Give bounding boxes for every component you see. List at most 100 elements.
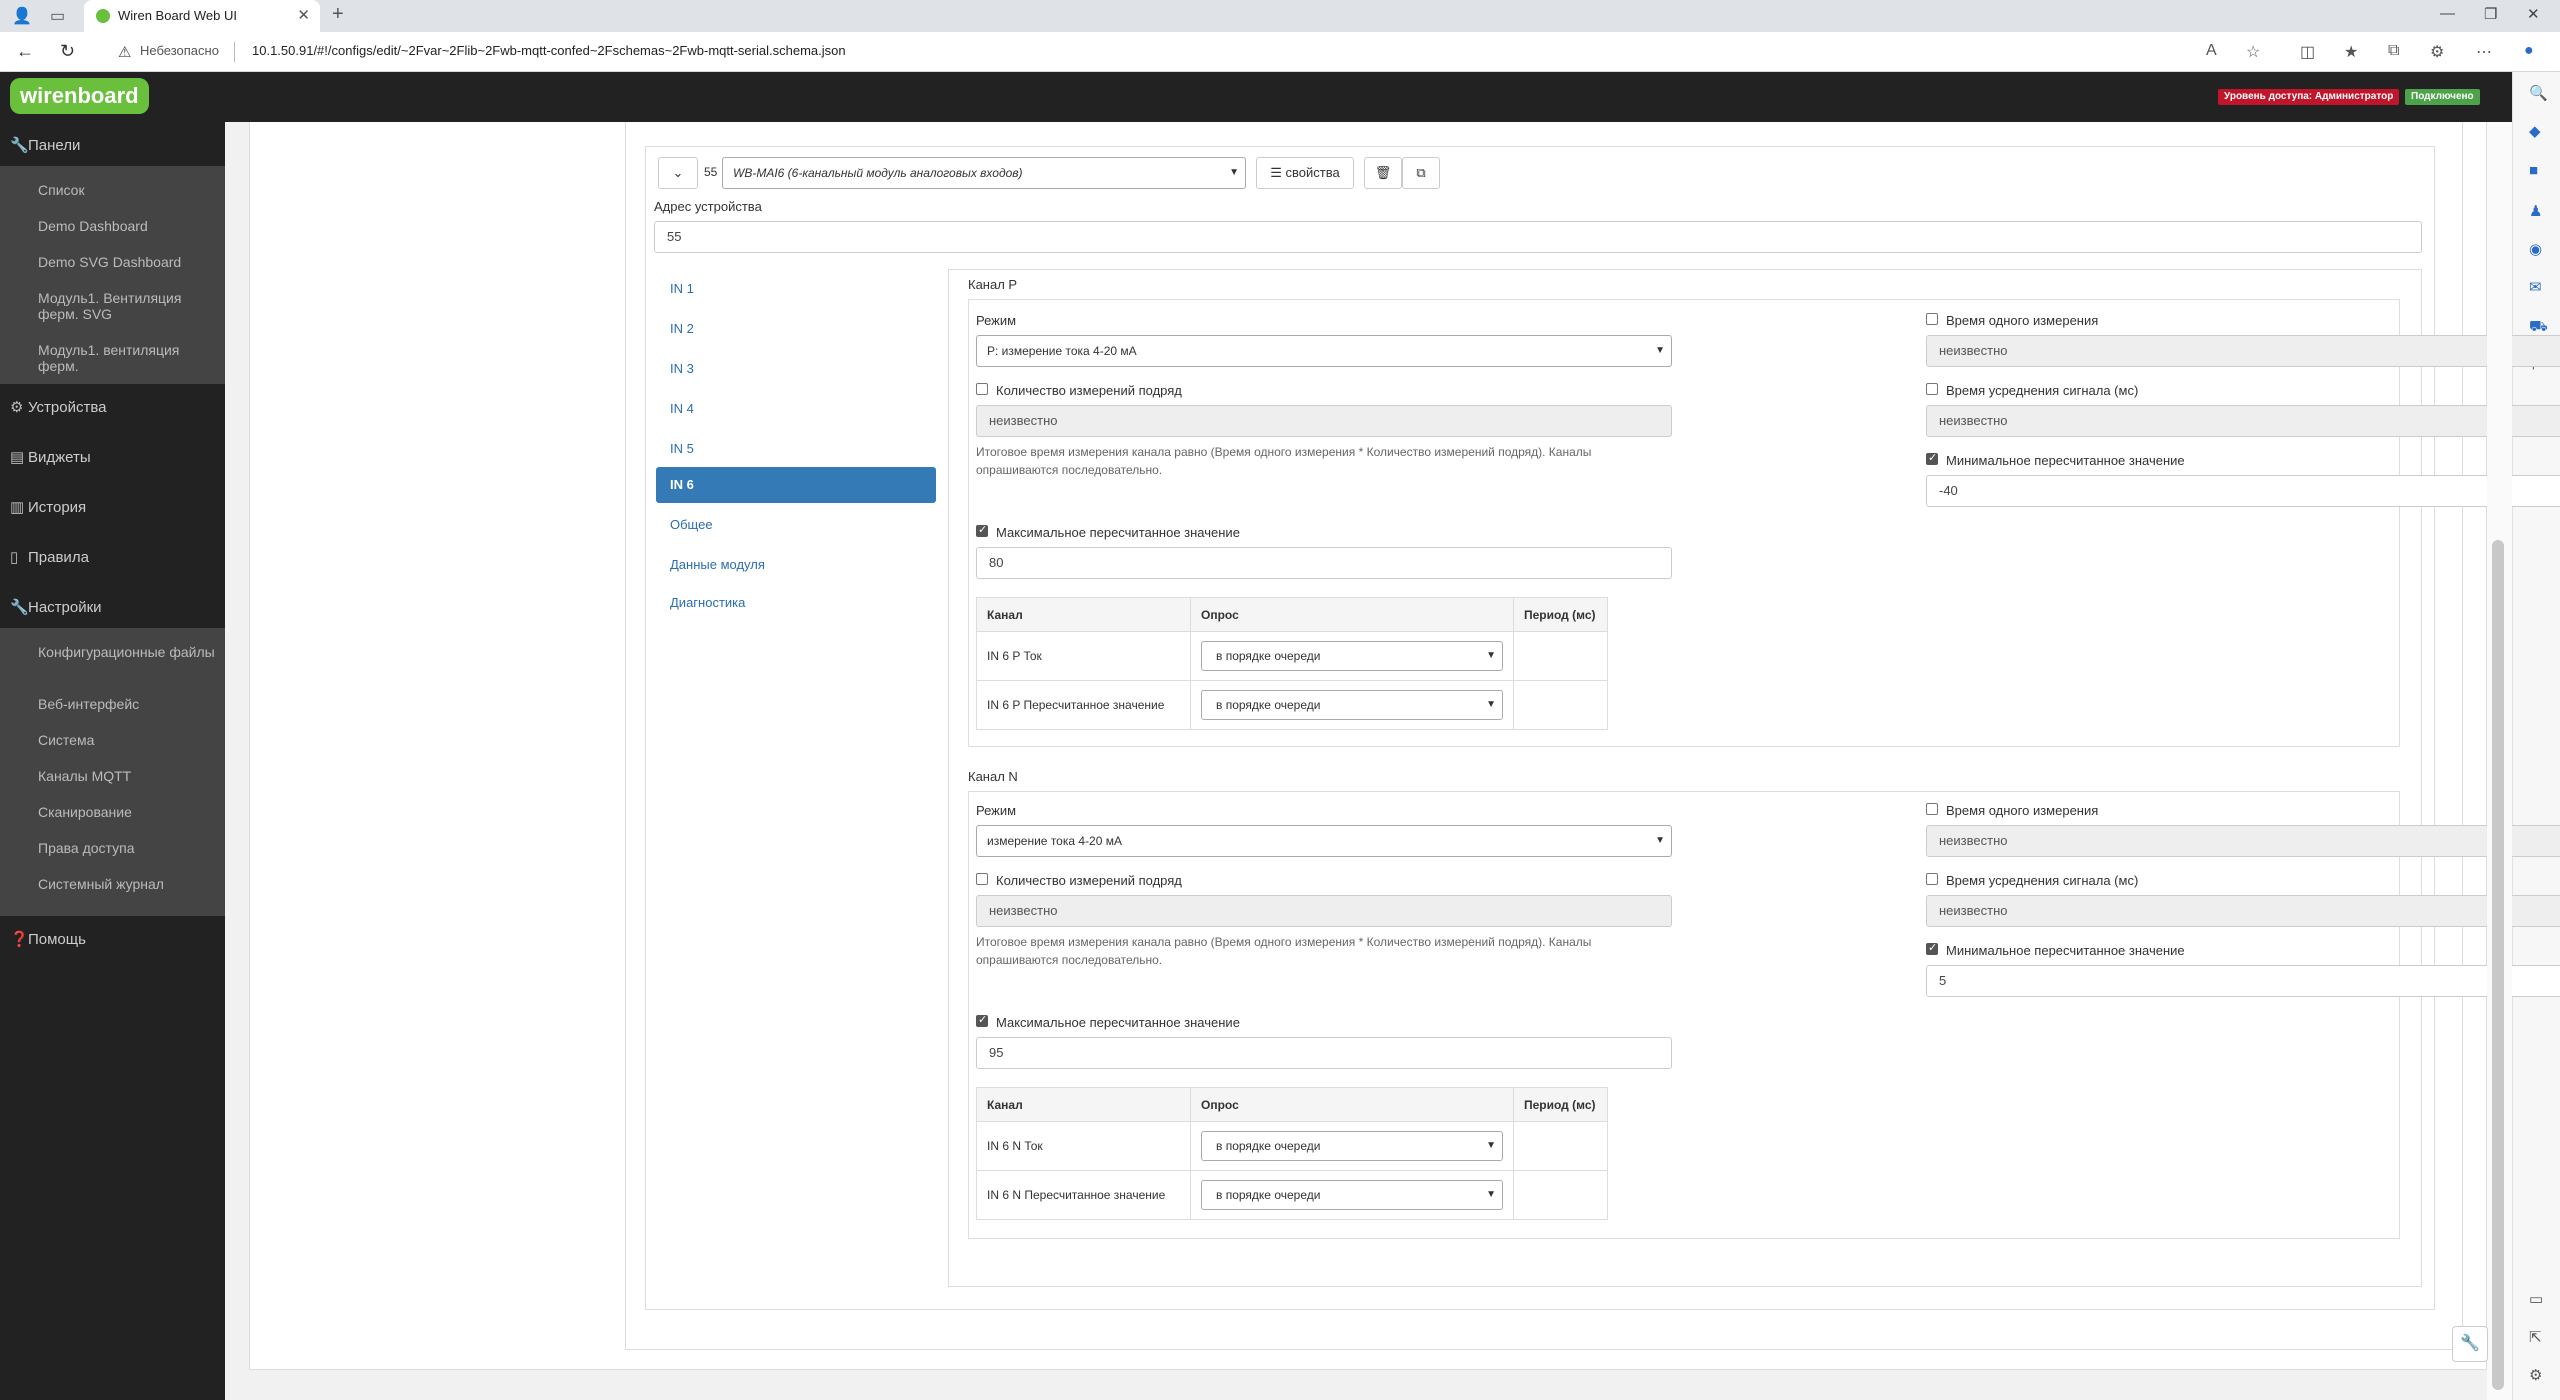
extensions-icon[interactable]: ⚙ bbox=[2430, 42, 2444, 62]
warning-icon[interactable]: ⚠ bbox=[118, 43, 131, 61]
profile-icon[interactable]: 👤 bbox=[12, 6, 32, 26]
n-row1-channel: IN 6 N Ток bbox=[976, 1121, 1191, 1171]
n-mode-label: Режим bbox=[976, 803, 1017, 818]
collapse-button[interactable]: ⌄ bbox=[658, 157, 698, 189]
split-screen-icon[interactable]: ◫ bbox=[2300, 42, 2315, 62]
nav-in4[interactable]: IN 4 bbox=[656, 391, 936, 427]
sidebar-section-devices[interactable]: ⚙ Устройства bbox=[0, 384, 225, 428]
collections-icon[interactable]: ⧉ bbox=[2388, 42, 2399, 60]
chevron-down-icon: ▼ bbox=[1486, 1189, 1496, 1200]
sidebar-item-web-ui[interactable]: Веб-интерфейс bbox=[38, 696, 218, 712]
device-model-select[interactable]: WB-MAI6 (6-канальный модуль аналоговых в… bbox=[722, 157, 1246, 189]
tag-icon[interactable]: ◆ bbox=[2529, 122, 2541, 140]
sidebar-item-system-log[interactable]: Системный журнал bbox=[38, 876, 218, 892]
wrench-icon[interactable]: 🔧 bbox=[2452, 1326, 2488, 1362]
p-mode-label: Режим bbox=[976, 313, 1017, 328]
hide-sidebar-icon[interactable]: ▭ bbox=[2529, 1290, 2543, 1308]
n-max-checkbox[interactable] bbox=[976, 1013, 988, 1027]
close-tab-icon[interactable]: ✕ bbox=[297, 6, 310, 24]
refresh-icon[interactable]: ↻ bbox=[60, 41, 75, 62]
nav-in3[interactable]: IN 3 bbox=[656, 351, 936, 387]
app-header: wirenboard Уровень доступа: Администрато… bbox=[0, 72, 2512, 122]
n-count-label: Количество измерений подряд bbox=[996, 873, 1182, 888]
n-mode-value: измерение тока 4-20 мА bbox=[987, 834, 1122, 848]
p-max-input[interactable]: 80 bbox=[976, 547, 1672, 579]
sidebar-item-demo-svg-dashboard[interactable]: Demo SVG Dashboard bbox=[38, 254, 218, 270]
read-aloud-icon[interactable]: A bbox=[2206, 42, 2217, 60]
n-avg-time-checkbox[interactable] bbox=[1926, 873, 1938, 885]
games-icon[interactable]: ♟ bbox=[2529, 202, 2542, 220]
n-min-input[interactable]: 5 bbox=[1926, 965, 2560, 997]
sidebar-item-demo-dashboard[interactable]: Demo Dashboard bbox=[38, 218, 218, 234]
n-row2-poll-select[interactable]: в порядке очереди ▼ bbox=[1201, 1180, 1503, 1210]
favorites-icon[interactable]: ★ bbox=[2344, 42, 2358, 62]
close-window-icon[interactable]: ✕ bbox=[2527, 5, 2540, 23]
nav-diagnostics[interactable]: Диагностика bbox=[656, 585, 936, 621]
device-model-value: WB-MAI6 (6-канальный модуль аналоговых в… bbox=[733, 166, 1023, 180]
n-min-checkbox[interactable] bbox=[1926, 941, 1938, 955]
insecure-label[interactable]: Небезопасно bbox=[140, 43, 219, 58]
nav-in1[interactable]: IN 1 bbox=[656, 271, 936, 307]
copy-button[interactable]: ⧉ bbox=[1402, 157, 1440, 189]
p-min-checkbox[interactable] bbox=[1926, 451, 1938, 465]
n-mode-select[interactable]: измерение тока 4-20 мА ▼ bbox=[976, 825, 1672, 857]
tab-actions-icon[interactable]: ▭ bbox=[50, 6, 65, 26]
n-count-checkbox[interactable] bbox=[976, 873, 988, 885]
chevron-down-icon: ▼ bbox=[1486, 1140, 1496, 1151]
sidebar-section-settings[interactable]: 🔧Настройки bbox=[0, 584, 225, 628]
nav-general[interactable]: Общее bbox=[656, 507, 936, 543]
office-icon[interactable]: ◉ bbox=[2529, 240, 2542, 258]
sidebar-section-widgets[interactable]: ▤ Виджеты bbox=[0, 434, 225, 478]
address-input[interactable]: 55 bbox=[654, 221, 2422, 253]
p-count-checkbox[interactable] bbox=[976, 383, 988, 395]
sidebar-item-module-ventilation[interactable]: Модуль1. вентиляция ферм. bbox=[38, 342, 218, 374]
restore-icon[interactable]: ❐ bbox=[2484, 5, 2497, 23]
p-row1-poll-select[interactable]: в порядке очереди ▼ bbox=[1201, 641, 1503, 671]
nav-module-data[interactable]: Данные модуля bbox=[656, 547, 936, 583]
sidebar-section-rules[interactable]: ▯ Правила bbox=[0, 534, 225, 578]
sidebar-section-history[interactable]: ▥ История bbox=[0, 484, 225, 528]
p-mode-select[interactable]: P: измерение тока 4-20 мА ▼ bbox=[976, 335, 1672, 367]
panels-submenu: Список Demo Dashboard Demo SVG Dashboard… bbox=[0, 166, 225, 384]
nav-in2[interactable]: IN 2 bbox=[656, 311, 936, 347]
n-max-input[interactable]: 95 bbox=[976, 1037, 1672, 1069]
channel-p-title: Канал P bbox=[968, 277, 1018, 292]
sidebar-item-mqtt-channels[interactable]: Каналы MQTT bbox=[38, 768, 218, 784]
back-icon[interactable]: ← bbox=[16, 41, 34, 62]
p-single-time-checkbox[interactable] bbox=[1926, 313, 1938, 325]
sidebar-item-scanning[interactable]: Сканирование bbox=[38, 804, 218, 820]
sidebar-section-panels[interactable]: 🔧Панели bbox=[0, 122, 225, 166]
sidebar-item-config-files[interactable]: Конфигурационные файлы bbox=[38, 644, 218, 660]
sidebar-item-access-rights[interactable]: Права доступа bbox=[38, 840, 218, 856]
more-menu-icon[interactable]: ⋯ bbox=[2476, 42, 2492, 62]
browser-tab[interactable]: Wiren Board Web UI ✕ bbox=[84, 0, 320, 32]
sidebar-section-help[interactable]: ❓Помощь bbox=[0, 916, 225, 960]
p-row2-poll-select[interactable]: в порядке очереди ▼ bbox=[1201, 690, 1503, 720]
favorite-star-icon[interactable]: ☆ bbox=[2246, 42, 2260, 62]
sidebar-item-list[interactable]: Список bbox=[38, 182, 218, 198]
new-tab-icon[interactable]: + bbox=[332, 3, 344, 26]
outlook-icon[interactable]: ✉ bbox=[2529, 278, 2542, 296]
toolbox-icon[interactable]: ■ bbox=[2529, 162, 2538, 179]
sidebar-item-system[interactable]: Система bbox=[38, 732, 218, 748]
wirenboard-logo[interactable]: wirenboard bbox=[10, 78, 149, 114]
external-link-icon[interactable]: ⇱ bbox=[2529, 1328, 2542, 1346]
url-field[interactable]: 10.1.50.91/#!/configs/edit/~2Fvar~2Flib~… bbox=[252, 43, 846, 58]
search-icon[interactable]: 🔍 bbox=[2529, 84, 2548, 102]
settings-gear-icon[interactable]: ⚙ bbox=[2529, 1366, 2542, 1384]
nav-in6[interactable]: IN 6 bbox=[656, 467, 936, 503]
sidebar-section-label: Виджеты bbox=[28, 449, 91, 466]
delete-button[interactable]: 🗑 bbox=[1364, 157, 1402, 189]
p-max-checkbox[interactable] bbox=[976, 523, 988, 537]
copilot-icon[interactable]: ● bbox=[2524, 42, 2534, 60]
nav-in5[interactable]: IN 5 bbox=[656, 431, 936, 467]
p-min-input[interactable]: -40 bbox=[1926, 475, 2560, 507]
chevron-down-icon: ▼ bbox=[1486, 650, 1496, 661]
minimize-icon[interactable]: — bbox=[2440, 5, 2455, 22]
p-avg-time-checkbox[interactable] bbox=[1926, 383, 1938, 395]
properties-button[interactable]: ☰ свойства bbox=[1256, 157, 1354, 189]
sidebar-item-module-svg[interactable]: Модуль1. Вентиляция ферм. SVG bbox=[38, 290, 218, 322]
n-single-time-checkbox[interactable] bbox=[1926, 803, 1938, 815]
page-scrollbar-thumb[interactable] bbox=[2492, 540, 2504, 1390]
n-row1-poll-select[interactable]: в порядке очереди ▼ bbox=[1201, 1131, 1503, 1161]
